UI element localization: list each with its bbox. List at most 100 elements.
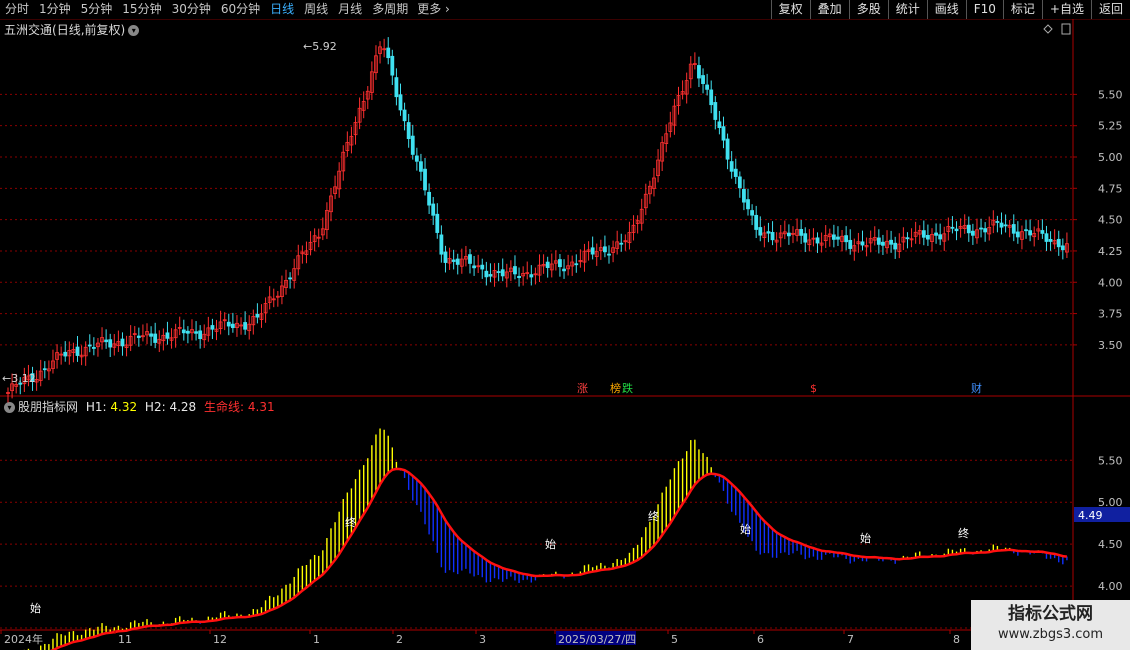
candle-body — [619, 242, 624, 245]
candle-body — [91, 347, 96, 349]
candle-body — [574, 263, 579, 266]
candle-body — [860, 241, 865, 246]
shi-marker-2: 始 — [740, 522, 751, 536]
main-tick-label-8: 3.50 — [1098, 339, 1123, 352]
candle-body — [889, 239, 894, 245]
shi-marker-0: 始 — [30, 601, 41, 615]
main-tick-label-1: 5.25 — [1098, 120, 1123, 133]
event-marker-3: $ — [810, 382, 817, 395]
xaxis-label-5: 3 — [479, 633, 486, 646]
candle-body — [443, 251, 448, 263]
candle-body — [414, 155, 419, 162]
candle-body — [455, 258, 460, 265]
candle-body — [451, 259, 456, 262]
candle-body — [799, 229, 804, 236]
candle-body — [87, 344, 92, 347]
candle-body — [770, 232, 775, 241]
candle-body — [921, 230, 926, 238]
candle-body — [513, 266, 517, 275]
candle-body — [836, 236, 840, 240]
zhong-marker-1: 终 — [648, 509, 659, 523]
candle-body — [1015, 231, 1020, 238]
main-tick-label-3: 4.75 — [1098, 182, 1123, 195]
candle-body — [1028, 230, 1033, 236]
watermark: 指标公式网 www.zbgs3.com — [971, 600, 1130, 650]
candle-body — [742, 188, 746, 203]
diamond-icon — [1043, 24, 1053, 34]
watermark-title: 指标公式网 — [1008, 604, 1093, 624]
xaxis-label-9: 7 — [847, 633, 854, 646]
candle-body — [181, 329, 186, 334]
candle-body — [406, 122, 411, 140]
candle-body — [1044, 233, 1049, 242]
candle-body — [149, 333, 153, 337]
candle-body — [1040, 230, 1045, 234]
candle-body — [999, 222, 1004, 228]
candle-body — [410, 135, 415, 155]
candle-body — [979, 227, 983, 230]
candle-body — [746, 199, 750, 210]
candle-body — [255, 313, 260, 318]
candle-body — [402, 109, 407, 122]
candle-body — [934, 232, 938, 236]
candle-body — [394, 77, 399, 98]
candle-body — [63, 351, 68, 357]
candle-body — [435, 213, 440, 233]
zhong-marker-0: 终 — [345, 515, 356, 529]
candle-body — [926, 234, 930, 240]
main-tick-label-7: 3.75 — [1098, 308, 1123, 321]
candle-body — [737, 176, 742, 189]
candle-body — [844, 235, 849, 243]
zhong-marker-2: 终 — [958, 526, 969, 540]
candle-body — [995, 221, 1000, 223]
candle-body — [950, 226, 955, 229]
candle-body — [288, 277, 293, 280]
ind-tick-label-0: 5.50 — [1098, 454, 1123, 467]
candle-body — [558, 259, 562, 268]
candle-body — [603, 246, 607, 253]
ind-tick-label-3: 4.00 — [1098, 580, 1123, 593]
chart-canvas[interactable]: 5.50 5.25 5.00 4.75 4.50 4.25 4.00 3.75 3.50 5.50… — [0, 0, 1130, 650]
low-price-label: ←3.12 — [2, 372, 36, 385]
event-marker-0: 涨 — [577, 382, 588, 395]
candle-body — [733, 168, 738, 177]
candle-body — [427, 191, 432, 206]
main-tick-label-6: 4.00 — [1098, 276, 1123, 289]
event-marker-4: 财 — [971, 381, 982, 395]
candle-body — [108, 339, 113, 348]
candle-body — [713, 102, 718, 120]
candle-body — [1056, 238, 1061, 248]
candle-body — [484, 270, 489, 278]
candle-body — [104, 339, 109, 343]
candle-body — [439, 234, 444, 255]
shi-marker-3: 始 — [860, 531, 871, 545]
candle-body — [529, 274, 534, 278]
candle-body — [848, 239, 853, 249]
candle-body — [194, 331, 198, 334]
xaxis-label-10: 8 — [953, 633, 960, 646]
candle-body — [226, 321, 231, 327]
ind-tick-label-2: 4.50 — [1098, 538, 1123, 551]
candle-body — [390, 55, 395, 76]
candle-body — [709, 89, 714, 106]
candle-body — [721, 126, 726, 141]
candle-body — [1011, 224, 1016, 234]
xaxis-label-7: 5 — [671, 633, 678, 646]
candle-body — [729, 161, 734, 172]
panel-toggle-icon — [1061, 23, 1071, 35]
candle-body — [398, 94, 403, 111]
high-price-label: ←5.92 — [303, 40, 337, 53]
event-marker-2: 跌 — [622, 381, 633, 395]
candle-body — [983, 228, 988, 233]
candle-body — [717, 121, 722, 128]
candle-body — [590, 247, 595, 255]
candle-body — [905, 237, 910, 240]
candle-body — [766, 231, 771, 234]
candle-body — [1003, 224, 1008, 227]
candle-body — [938, 234, 943, 240]
candle-body — [423, 168, 427, 191]
candle-body — [893, 242, 898, 250]
candle-body — [386, 47, 391, 59]
candle-body — [1060, 245, 1065, 251]
candle-body — [815, 237, 820, 244]
